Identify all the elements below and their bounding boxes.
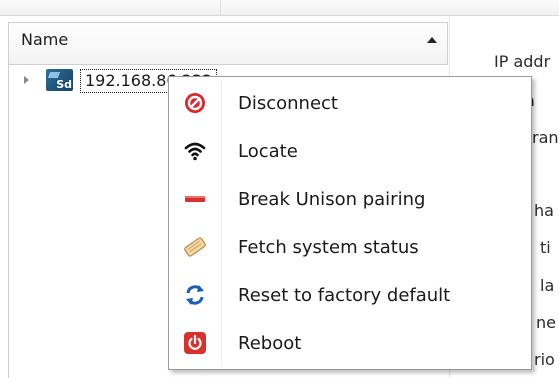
menu-item-label: Break Unison pairing (238, 189, 426, 210)
disconnect-icon (184, 92, 206, 114)
break-pairing-icon (184, 188, 206, 210)
menu-item-locate[interactable]: Locate (170, 131, 530, 171)
details-text: IP addr (494, 52, 551, 71)
menu-item-label: Reset to factory default (238, 285, 451, 306)
menu-item-reboot[interactable]: Reboot (170, 323, 530, 363)
toolbar-separator (220, 0, 221, 15)
menu-item-fetch-system-status[interactable]: Fetch system status (170, 227, 530, 267)
name-column-header[interactable]: Name (8, 22, 448, 65)
wifi-icon (184, 140, 206, 162)
expand-arrow-icon[interactable] (24, 76, 29, 84)
menu-item-disconnect[interactable]: Disconnect (170, 83, 530, 123)
top-toolbar-strip (0, 0, 559, 16)
details-text: la (540, 276, 555, 295)
reset-icon (184, 284, 206, 306)
menu-item-label: Fetch system status (238, 237, 419, 258)
menu-item-label: Disconnect (238, 93, 338, 114)
name-column-label: Name (21, 30, 69, 49)
power-icon (184, 332, 206, 354)
device-icon-text: Sd (56, 78, 72, 91)
device-context-menu: Disconnect Locate Break Unison pairing F… (168, 76, 532, 370)
menu-item-reset-factory-default[interactable]: Reset to factory default (170, 275, 530, 315)
sort-ascending-icon (427, 37, 437, 43)
menu-item-label: Locate (238, 141, 298, 162)
details-text: ne (536, 313, 556, 332)
details-text: ran (532, 128, 559, 147)
fetch-status-icon (184, 236, 206, 258)
details-text: ti (540, 238, 551, 257)
details-text: ha (534, 201, 554, 220)
details-text: rio (534, 350, 555, 369)
menu-item-break-unison-pairing[interactable]: Break Unison pairing (170, 179, 530, 219)
device-icon: Sd (46, 69, 73, 91)
menu-item-label: Reboot (238, 333, 302, 354)
